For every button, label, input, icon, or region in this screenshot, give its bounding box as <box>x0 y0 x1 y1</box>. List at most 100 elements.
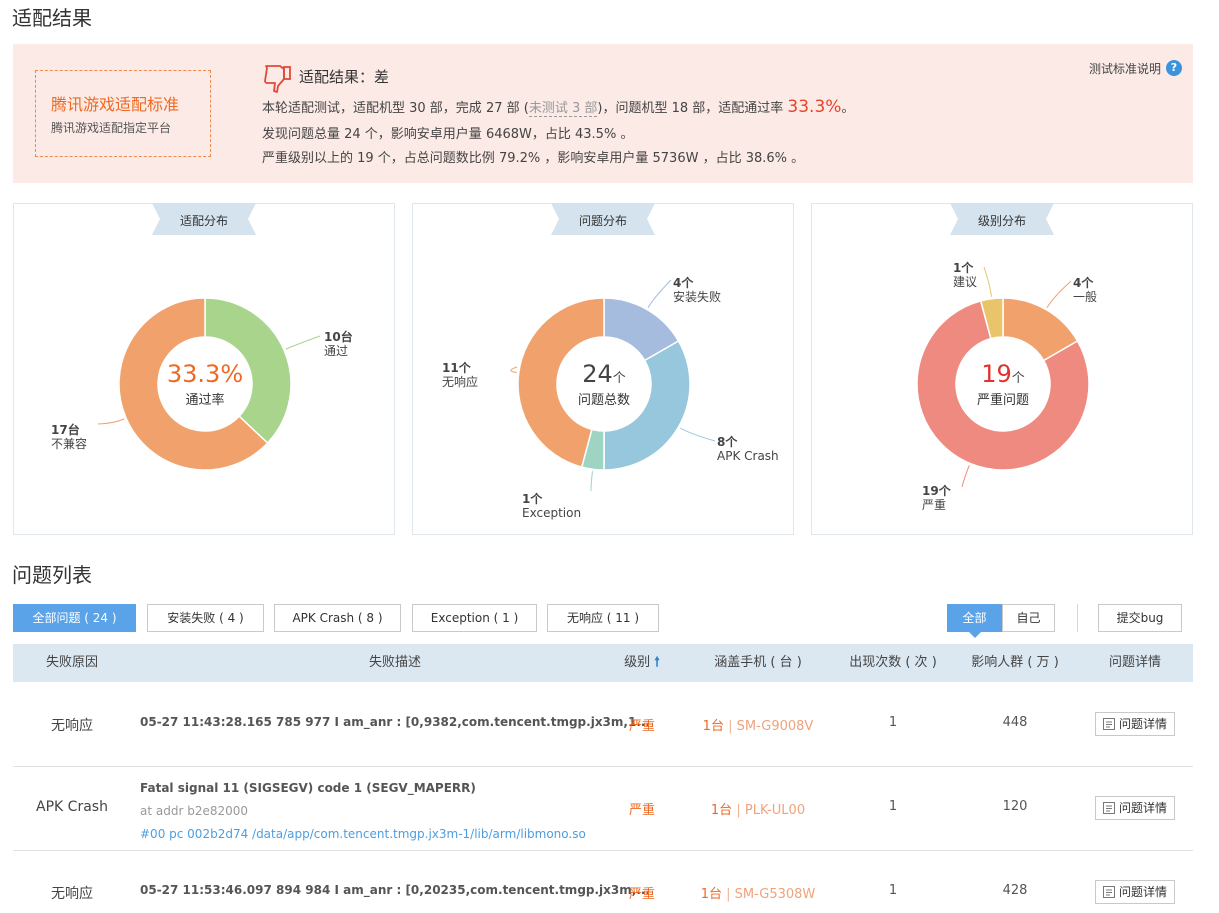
summary-line-1-end: 。 <box>841 101 855 116</box>
untested-link[interactable]: 未测试 3 部 <box>528 101 598 117</box>
leader-line <box>1046 280 1072 309</box>
chart-panel-issues: 问题分布 24个 问题总数 4个 安装失败 8个 APK Crash 1个 Excep… <box>412 203 794 535</box>
chart-title: 级别分布 <box>977 214 1026 228</box>
failure-description: Fatal signal 11 (SIGSEGV) code 1 (SEGV_M… <box>140 781 476 795</box>
device-count: 1台 <box>700 887 722 902</box>
col-devices[interactable]: 涵盖手机 ( 台 ) <box>683 644 833 682</box>
scope-self-button[interactable]: 自己 <box>1002 604 1055 632</box>
slice-label-normal: 4个 一般 <box>1073 276 1097 304</box>
occurrence-count: 1 <box>888 883 898 898</box>
issue-detail-label: 问题详情 <box>1119 885 1168 899</box>
slice-count: 1个 <box>522 492 543 506</box>
summary-line-1: 本轮适配测试，适配机型 30 部，完成 27 部 (未测试 3 部)，问题机型 … <box>262 97 854 117</box>
center-unit: 个 <box>1011 371 1025 386</box>
device-coverage[interactable]: 1台 | SM-G5308W <box>683 883 833 902</box>
summary-line-1-text-b: )，问题机型 18 部，适配通过率 <box>597 101 784 116</box>
issue-detail-button[interactable]: 问题详情 <box>1095 796 1175 820</box>
standard-box[interactable]: 腾讯游戏适配标准 腾讯游戏适配指定平台 <box>35 70 211 157</box>
submit-bug-button[interactable]: 提交bug <box>1098 604 1182 632</box>
issue-detail-button[interactable]: 问题详情 <box>1095 880 1175 904</box>
tab-apk-crash[interactable]: APK Crash ( 8 ) <box>274 604 401 632</box>
slice-label-incompatible: 17台 不兼容 <box>51 423 87 451</box>
test-standard-link[interactable]: 测试标准说明 <box>1089 60 1161 77</box>
scope-all-button[interactable]: 全部 <box>947 604 1002 638</box>
center-label: 通过率 <box>185 393 225 408</box>
tab-all-issues[interactable]: 全部问题 ( 24 ) <box>13 604 136 632</box>
leader-line <box>961 465 970 488</box>
leader-line <box>285 335 321 350</box>
document-icon <box>1103 718 1115 730</box>
col-reason[interactable]: 失败原因 <box>13 644 131 682</box>
slice-name: 一般 <box>1073 290 1098 304</box>
page-title: 适配结果 <box>12 6 92 30</box>
question-icon[interactable]: ? <box>1166 60 1182 76</box>
slice-name: 严重 <box>922 498 947 512</box>
slice-name: APK Crash <box>717 449 779 463</box>
issue-detail-button[interactable]: 问题详情 <box>1095 712 1175 736</box>
pass-rate: 33.3% <box>787 97 842 117</box>
col-description: 失败描述 <box>368 655 421 670</box>
slice-label-suggestion: 1个 建议 <box>953 261 977 289</box>
tab-no-response[interactable]: 无响应 ( 11 ) <box>547 604 659 632</box>
tab-install-fail[interactable]: 安装失败 ( 4 ) <box>147 604 264 632</box>
col-count[interactable]: 出现次数 ( 次 ) <box>838 644 948 682</box>
device-model: SM-G9008V <box>736 719 814 734</box>
stack-trace-link[interactable]: #00 pc 002b2d74 /data/app/com.tencent.tm… <box>140 827 586 841</box>
chart-title: 问题分布 <box>578 214 627 228</box>
arrow-up-icon[interactable]: 🠕 <box>654 655 660 670</box>
device-model: PLK-UL00 <box>744 803 806 818</box>
issue-detail-label: 问题详情 <box>1119 717 1168 731</box>
slice-count: 8个 <box>717 435 738 449</box>
table-row: 无响应 05-27 11:43:28.165 785 977 I am_anr … <box>13 683 1193 767</box>
device-model: SM-G5308W <box>734 887 816 902</box>
slice-count: 10台 <box>324 330 353 344</box>
slice-count: 4个 <box>673 276 694 290</box>
standard-subtitle: 腾讯游戏适配指定平台 <box>51 121 172 135</box>
failure-reason: APK Crash <box>36 799 108 815</box>
occurrence-count: 1 <box>888 799 898 814</box>
slice-count: 19个 <box>922 484 951 498</box>
table-header: 失败原因 失败描述 级别 🠕 涵盖手机 ( 台 ) 出现次数 ( 次 ) 影响人… <box>13 644 1193 682</box>
center-value: 19个 <box>933 360 1073 388</box>
impact-users: 120 <box>1002 799 1028 814</box>
center-unit: 个 <box>612 371 626 386</box>
device-coverage[interactable]: 1台 | SM-G9008V <box>683 715 833 734</box>
slice-label-no-response: 11个 无响应 <box>442 361 478 389</box>
leader-line <box>647 279 672 309</box>
chart-panel-severity: 级别分布 19个 严重问题 4个 一般 19个 严重 1个 建议 <box>811 203 1193 535</box>
leader-line <box>510 366 518 374</box>
center-value: 33.3% <box>166 360 244 388</box>
slice-name: 建议 <box>953 275 978 289</box>
device-count: 1台 <box>710 803 733 818</box>
summary-line-1-text-a: 本轮适配测试，适配机型 30 部，完成 27 部 ( <box>262 101 529 116</box>
center-label: 问题总数 <box>577 393 630 408</box>
col-level-label: 级别 <box>624 655 651 670</box>
leader-line <box>983 266 993 297</box>
slice-label-exception: 1个 Exception <box>522 492 581 520</box>
summary-line-2: 发现问题总量 24 个，影响安卓用户量 6468W，占比 43.5% 。 <box>262 127 634 142</box>
slice-name: 通过 <box>324 344 349 358</box>
severity-level: 严重 <box>628 719 655 734</box>
tab-exception[interactable]: Exception ( 1 ) <box>412 604 537 632</box>
col-impact[interactable]: 影响人群 ( 万 ) <box>960 644 1070 682</box>
failure-reason: 无响应 <box>51 718 93 734</box>
severity-level: 严重 <box>628 887 655 902</box>
chart-panel-adaptation: 适配分布 33.3% 通过率 10台 通过 17台 不兼容 <box>13 203 395 535</box>
center-value: 24个 <box>534 360 674 388</box>
col-level[interactable]: 级别 🠕 <box>610 644 674 682</box>
summary-banner: 腾讯游戏适配标准 腾讯游戏适配指定平台 适配结果：差 本轮适配测试，适配机型 3… <box>13 44 1193 183</box>
center-number: 19 <box>981 360 1012 388</box>
result-title: 适配结果：差 <box>299 68 390 86</box>
failure-reason: 无响应 <box>51 886 93 902</box>
slice-name: Exception <box>522 506 582 520</box>
slice-label-install-fail: 4个 安装失败 <box>673 276 721 304</box>
device-count: 1台 <box>702 719 724 734</box>
slice-count: 1个 <box>953 261 974 275</box>
issue-detail-label: 问题详情 <box>1119 801 1168 815</box>
slice-count: 17台 <box>51 423 80 437</box>
device-coverage[interactable]: 1台 | PLK-UL00 <box>683 799 833 818</box>
slice-name: 安装失败 <box>673 290 722 304</box>
col-detail: 问题详情 <box>1108 655 1161 670</box>
slice-count: 11个 <box>442 361 471 375</box>
table-row: APK Crash Fatal signal 11 (SIGSEGV) code… <box>13 767 1193 851</box>
